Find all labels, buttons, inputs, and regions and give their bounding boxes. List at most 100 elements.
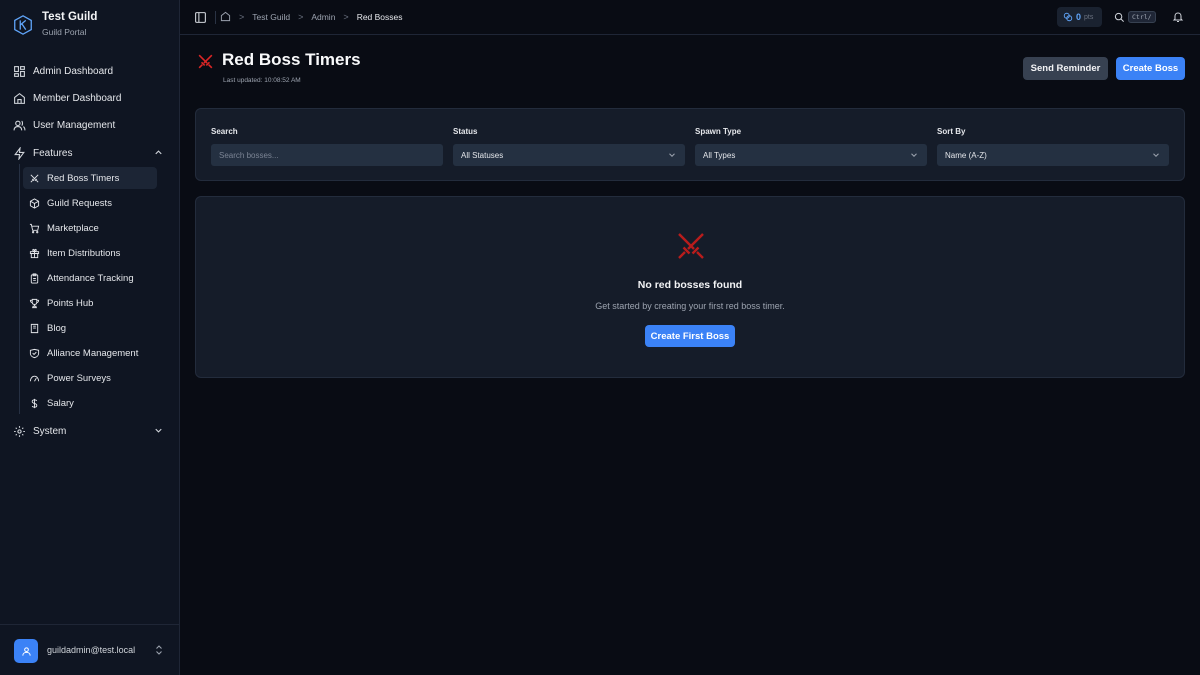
points-badge[interactable]: 0 pts: [1057, 7, 1102, 27]
bell-icon[interactable]: [1172, 11, 1184, 23]
grid-icon: [14, 65, 25, 77]
search-input[interactable]: Search bosses...: [211, 144, 443, 166]
chevron-down-icon: [911, 153, 917, 157]
crossed-swords-icon: [678, 233, 704, 259]
guild-logo-icon: [14, 15, 32, 35]
crossed-swords-icon: [30, 174, 39, 182]
breadcrumb: > Test Guild > Admin > Red Bosses: [220, 11, 403, 22]
filter-panel: Search Search bosses... Status All Statu…: [195, 108, 1185, 181]
chevron-updown-icon: [156, 645, 162, 655]
brand[interactable]: Test Guild Guild Portal: [12, 10, 97, 37]
sort-by-label: Sort By: [937, 127, 966, 136]
home-icon[interactable]: [220, 11, 231, 22]
clipboard-icon: [30, 272, 39, 284]
chevron-up-icon: [155, 150, 162, 155]
search-shortcut: Ctrl/: [1128, 11, 1156, 23]
sidebar-item-power-surveys[interactable]: Power Surveys: [23, 367, 157, 389]
brand-title: Test Guild: [42, 11, 98, 23]
sidebar-item-label: Red Boss Timers: [47, 172, 120, 184]
avatar: [14, 639, 38, 663]
sidebar-item-label: Salary: [47, 397, 74, 409]
sidebar-item-label: Points Hub: [47, 297, 94, 309]
sidebar: Test Guild Guild Portal Admin Dashboard …: [0, 0, 180, 675]
sidebar-item-member-dashboard[interactable]: Member Dashboard: [8, 87, 172, 109]
sidebar-item-label: Marketplace: [47, 222, 99, 234]
chevron-right-icon: >: [343, 11, 349, 22]
points-unit: pts: [1084, 13, 1094, 21]
sort-by-value: Name (A-Z): [945, 150, 987, 160]
create-first-boss-button[interactable]: Create First Boss: [645, 325, 735, 347]
breadcrumb-current: Red Bosses: [356, 11, 403, 22]
cart-icon: [29, 223, 40, 233]
chevron-down-icon: [1153, 153, 1159, 157]
search-icon[interactable]: [1114, 12, 1125, 23]
divider: [215, 11, 216, 24]
last-updated: Last updated: 10:08:52 AM: [223, 77, 301, 84]
sidebar-item-points-hub[interactable]: Points Hub: [23, 292, 157, 314]
breadcrumb-admin[interactable]: Admin: [311, 12, 335, 22]
sidebar-item-label: Alliance Management: [47, 347, 139, 359]
chevron-right-icon: >: [298, 11, 304, 22]
home-icon: [14, 92, 25, 104]
sidebar-item-user-management[interactable]: User Management: [8, 114, 172, 136]
status-value: All Statuses: [461, 150, 504, 160]
empty-title: No red bosses found: [637, 279, 743, 291]
user-email: guildadmin@test.local: [47, 645, 136, 655]
sidebar-item-label: Member Dashboard: [33, 92, 122, 104]
gauge-icon: [29, 375, 40, 381]
gift-icon: [29, 248, 40, 258]
book-icon: [30, 323, 39, 333]
status-label: Status: [453, 127, 478, 136]
sidebar-item-salary[interactable]: Salary: [23, 392, 157, 414]
sort-by-select[interactable]: Name (A-Z): [937, 144, 1169, 166]
sidebar-item-admin-dashboard[interactable]: Admin Dashboard: [8, 60, 172, 82]
sidebar-item-label: User Management: [33, 119, 116, 131]
package-icon: [29, 197, 40, 209]
sidebar-item-label: Guild Requests: [47, 197, 112, 209]
chevron-down-icon: [669, 153, 675, 157]
breadcrumb-guild[interactable]: Test Guild: [252, 12, 290, 22]
spawn-type-value: All Types: [703, 150, 736, 160]
empty-state: No red bosses found Get started by creat…: [195, 196, 1185, 378]
status-select[interactable]: All Statuses: [453, 144, 685, 166]
create-boss-button[interactable]: Create Boss: [1116, 57, 1185, 80]
sidebar-item-label: Item Distributions: [47, 247, 121, 259]
sidebar-item-guild-requests[interactable]: Guild Requests: [23, 192, 157, 214]
zap-icon: [14, 146, 25, 160]
sidebar-item-features[interactable]: Features: [8, 142, 172, 164]
sidebar-item-label: Attendance Tracking: [47, 272, 134, 284]
submenu-guide-line: [19, 164, 20, 414]
trophy-icon: [29, 298, 40, 308]
sidebar-item-label: Power Surveys: [47, 372, 111, 384]
sidebar-item-label: Blog: [47, 322, 67, 334]
empty-subtitle: Get started by creating your first red b…: [595, 301, 785, 311]
sidebar-item-label: Admin Dashboard: [33, 65, 114, 77]
sidebar-item-marketplace[interactable]: Marketplace: [23, 217, 157, 239]
sidebar-item-label: System: [33, 425, 67, 437]
sidebar-item-label: Features: [33, 147, 73, 159]
spawn-type-label: Spawn Type: [695, 127, 742, 136]
chevron-down-icon: [155, 428, 162, 433]
page-title: Red Boss Timers: [222, 50, 361, 69]
sidebar-item-alliance-management[interactable]: Alliance Management: [23, 342, 157, 364]
gear-icon: [14, 425, 25, 437]
users-icon: [13, 120, 26, 130]
sidebar-toggle-icon[interactable]: [194, 11, 207, 24]
sidebar-item-blog[interactable]: Blog: [23, 317, 157, 339]
chevron-right-icon: >: [239, 11, 245, 22]
user-icon: [21, 646, 31, 656]
sidebar-item-red-boss-timers[interactable]: Red Boss Timers: [23, 167, 157, 189]
search-label: Search: [211, 127, 238, 136]
sidebar-item-system[interactable]: System: [8, 420, 172, 442]
points-value: 0: [1076, 12, 1082, 22]
handshake-icon: [29, 348, 40, 358]
send-reminder-button[interactable]: Send Reminder: [1023, 57, 1108, 80]
spawn-type-select[interactable]: All Types: [695, 144, 927, 166]
topbar: > Test Guild > Admin > Red Bosses 0 pts …: [180, 0, 1200, 35]
dollar-icon: [31, 398, 38, 408]
crossed-swords-icon: [198, 54, 213, 69]
user-menu[interactable]: guildadmin@test.local: [0, 624, 179, 675]
sidebar-item-attendance-tracking[interactable]: Attendance Tracking: [23, 267, 157, 289]
sidebar-item-item-distributions[interactable]: Item Distributions: [23, 242, 157, 264]
coins-icon: [1063, 12, 1073, 22]
